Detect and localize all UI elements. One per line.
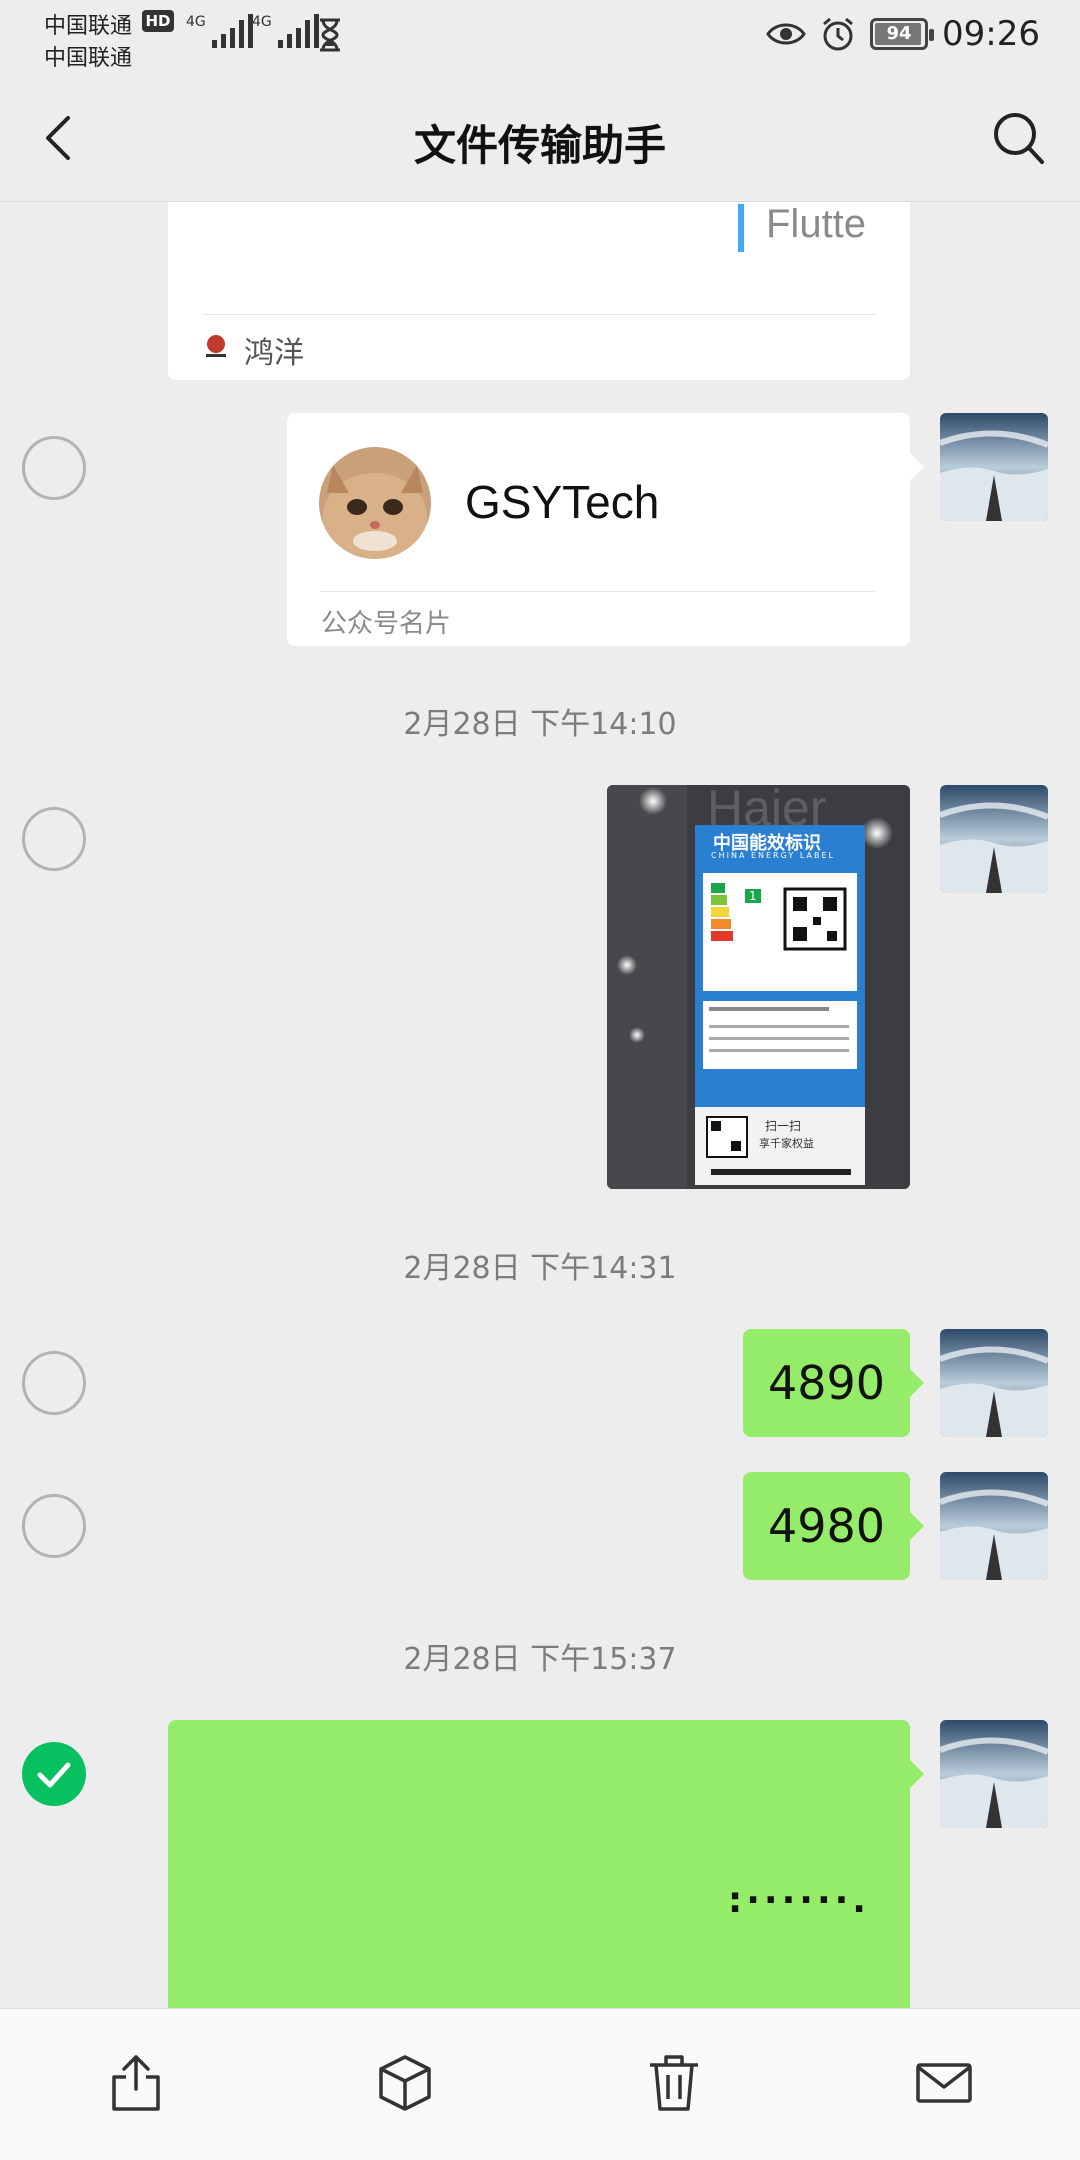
multi-select-toolbar (0, 2008, 1080, 2160)
image-message[interactable]: 中国能效标识 CHINA ENERGY LABEL 1 扫一扫 享千家权益 Ha… (607, 785, 910, 1189)
energy-grade: 1 (745, 889, 761, 903)
label-subtitle: CHINA ENERGY LABEL (711, 851, 835, 860)
mail-icon[interactable] (912, 2051, 976, 2115)
user-avatar[interactable] (940, 1720, 1048, 1828)
text-message[interactable]: 4890 (743, 1329, 924, 1437)
select-checkbox[interactable] (22, 807, 86, 871)
select-checkbox[interactable] (22, 1494, 86, 1558)
chat-header: 文件传输助手 (0, 72, 1080, 202)
hd-badge: HD (142, 10, 174, 32)
cube-icon[interactable] (373, 2051, 437, 2115)
status-time: 09:26 (942, 14, 1040, 54)
eye-icon (766, 23, 806, 45)
timestamp: 2月28日 下午15:37 (403, 1642, 677, 1677)
search-icon[interactable] (990, 108, 1046, 168)
brand-text: Haier (707, 785, 827, 836)
carrier-1: 中国联通 (44, 14, 133, 39)
carrier-2: 中国联通 (44, 46, 133, 71)
select-checkbox[interactable] (22, 1351, 86, 1415)
contact-name: GSYTech (465, 476, 660, 528)
hourglass-icon (320, 18, 340, 52)
cat-avatar (319, 447, 431, 559)
article-card-message[interactable]: Flutte 鸿洋 (168, 202, 910, 380)
source-logo-icon (206, 335, 226, 357)
article-thumbnail-edge (738, 204, 744, 252)
card-type-label: 公众号名片 (321, 609, 452, 639)
message-text: 4980 (767, 1499, 886, 1553)
signal-icon: 4G (186, 14, 253, 48)
network-type-2: 4G (252, 14, 272, 30)
alarm-icon (823, 17, 853, 51)
trash-icon[interactable] (642, 2051, 706, 2115)
battery-level: 94 (886, 23, 912, 44)
text-message[interactable]: 4980 (743, 1472, 924, 1580)
signal-icon-2: 4G (252, 14, 319, 48)
message-text: :······. (727, 1880, 870, 1921)
user-avatar[interactable] (940, 413, 1048, 521)
article-source-name: 鸿洋 (244, 336, 304, 371)
select-checkbox[interactable] (22, 436, 86, 500)
user-avatar[interactable] (940, 1329, 1048, 1437)
contact-card-message[interactable]: GSYTech 公众号名片 (287, 413, 924, 646)
user-avatar[interactable] (940, 785, 1048, 893)
share-icon[interactable] (104, 2051, 168, 2115)
user-avatar[interactable] (940, 1472, 1048, 1580)
check-icon (37, 1762, 71, 1788)
message-list[interactable]: Flutte 鸿洋 GSYTech 公众号名片 2月28日 下午14:10 中国… (0, 202, 1080, 2008)
status-bar: 中国联通 中国联通 HD 4G 4G 94 09:26 (0, 0, 1080, 72)
network-type-1: 4G (186, 14, 206, 30)
message-text: 4890 (767, 1356, 886, 1410)
select-checkbox-checked[interactable] (22, 1742, 86, 1806)
page-title: 文件传输助手 (413, 121, 666, 170)
article-preview-text: Flutte (766, 202, 867, 246)
battery-icon: 94 (870, 18, 935, 50)
rights-text: 享千家权益 (759, 1137, 814, 1150)
scan-text: 扫一扫 (765, 1119, 802, 1133)
timestamp: 2月28日 下午14:31 (403, 1251, 677, 1286)
timestamp: 2月28日 下午14:10 (403, 707, 677, 742)
selected-text-message[interactable]: :······. (168, 1720, 924, 2008)
